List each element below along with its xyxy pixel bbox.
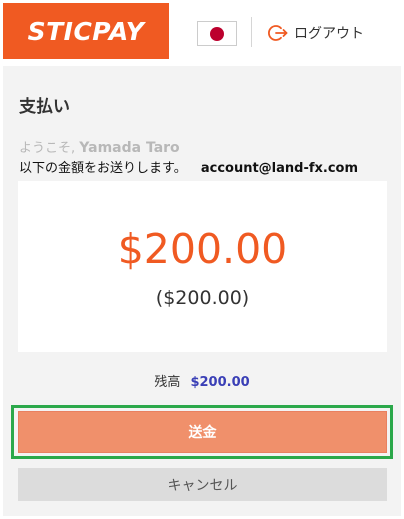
balance-label: 残高 — [154, 375, 181, 390]
sticpay-logo: STICPAY — [3, 3, 169, 59]
japan-flag-icon[interactable] — [197, 21, 237, 46]
header-divider — [251, 17, 252, 47]
send-message-text: 以下の金額をお送りします。 — [19, 161, 187, 176]
payment-amount: $200.00 — [117, 225, 288, 273]
amount-card: $200.00 ($200.00) — [18, 181, 387, 352]
logo-text: STICPAY — [27, 16, 145, 46]
recipient-account: account@land-fx.com — [200, 161, 359, 176]
page-title: 支払い — [19, 97, 70, 117]
balance-value: $200.00 — [190, 375, 250, 390]
logout-button[interactable]: ログアウト — [268, 20, 364, 46]
logout-arrow-icon — [268, 25, 288, 41]
user-name: Yamada Taro — [79, 140, 180, 156]
welcome-text: ようこそ, Yamada Taro — [19, 137, 180, 156]
header: STICPAY ログアウト — [0, 0, 404, 62]
cancel-button[interactable]: キャンセル — [18, 468, 387, 501]
send-button[interactable]: 送金 — [18, 411, 387, 453]
payment-amount-converted: ($200.00) — [155, 287, 250, 309]
logout-label: ログアウト — [294, 26, 364, 42]
send-message: 以下の金額をお送りします。 account@land-fx.com — [19, 157, 358, 176]
flag-circle — [210, 27, 224, 41]
payment-panel: 支払い ようこそ, Yamada Taro 以下の金額をお送りします。 acco… — [3, 66, 401, 516]
balance: 残高 $200.00 — [3, 371, 401, 390]
welcome-prefix: ようこそ, — [19, 141, 76, 156]
